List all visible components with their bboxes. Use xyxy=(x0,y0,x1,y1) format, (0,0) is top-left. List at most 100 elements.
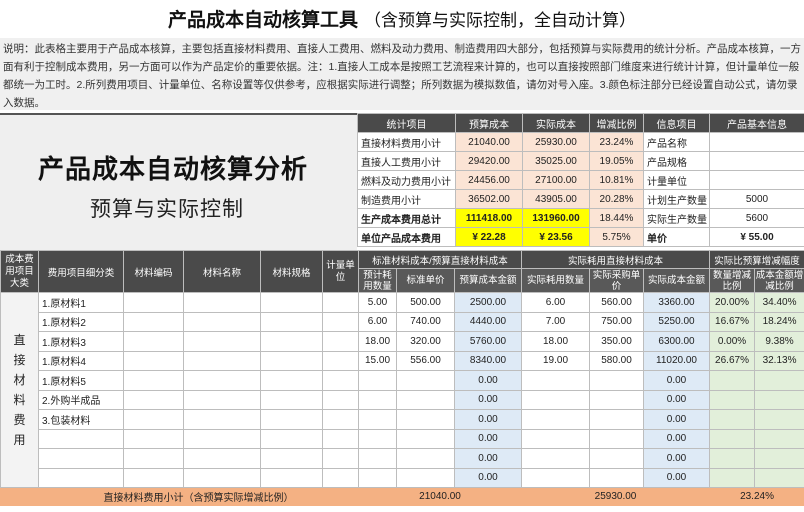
unit-cell[interactable] xyxy=(322,448,359,469)
budget-cost-cell[interactable]: 0.00 xyxy=(454,370,522,391)
actual-cost-cell[interactable]: 0.00 xyxy=(642,448,711,469)
info-label[interactable]: 产品规格 xyxy=(643,151,710,171)
material-spec-cell[interactable] xyxy=(260,350,323,371)
material-name-cell[interactable] xyxy=(183,467,261,488)
qty-change-cell[interactable] xyxy=(709,370,756,391)
material-spec-cell[interactable] xyxy=(260,370,323,391)
unit-cell[interactable] xyxy=(322,311,359,332)
unit-cell[interactable] xyxy=(322,370,359,391)
summary-ratio[interactable]: 19.05% xyxy=(589,151,644,171)
actual-price-cell[interactable] xyxy=(589,428,644,449)
item-name-cell[interactable] xyxy=(38,467,124,488)
budget-qty-cell[interactable] xyxy=(358,428,397,449)
actual-qty-cell[interactable] xyxy=(521,370,590,391)
std-price-cell[interactable]: 320.00 xyxy=(396,331,455,352)
actual-qty-cell[interactable] xyxy=(521,428,590,449)
qty-change-cell[interactable] xyxy=(709,389,756,410)
material-name-cell[interactable] xyxy=(183,370,261,391)
material-name-cell[interactable] xyxy=(183,409,261,430)
info-value[interactable]: 5000 xyxy=(709,189,804,209)
summary-ratio[interactable]: 10.81% xyxy=(589,170,644,190)
budget-qty-cell[interactable]: 15.00 xyxy=(358,350,397,371)
actual-price-cell[interactable]: 580.00 xyxy=(589,350,644,371)
cost-change-cell[interactable]: 18.24% xyxy=(754,311,804,332)
material-code-cell[interactable] xyxy=(123,389,184,410)
summary-item[interactable]: 燃料及动力费用小计 xyxy=(357,170,456,190)
actual-qty-cell[interactable] xyxy=(521,389,590,410)
actual-price-cell[interactable]: 750.00 xyxy=(589,311,644,332)
qty-change-cell[interactable] xyxy=(709,428,756,449)
cost-change-cell[interactable]: 9.38% xyxy=(754,331,804,352)
summary-item[interactable]: 直接人工费用小计 xyxy=(357,151,456,171)
info-label[interactable]: 单价 xyxy=(643,227,710,247)
unit-cell[interactable] xyxy=(322,331,359,352)
summary-actual[interactable]: 43905.00 xyxy=(522,189,590,209)
item-name-cell[interactable]: 1.原材料2 xyxy=(38,311,124,332)
unit-cell[interactable] xyxy=(322,389,359,410)
material-name-cell[interactable] xyxy=(183,389,261,410)
actual-cost-cell[interactable]: 5250.00 xyxy=(642,311,711,332)
cost-change-cell[interactable] xyxy=(754,428,804,449)
cost-change-cell[interactable] xyxy=(754,370,804,391)
summary-budget[interactable]: 29420.00 xyxy=(455,151,523,171)
summary-budget[interactable]: 24456.00 xyxy=(455,170,523,190)
info-label[interactable]: 产品名称 xyxy=(643,132,710,152)
info-label[interactable]: 计量单位 xyxy=(643,170,710,190)
item-name-cell[interactable]: 1.原材料5 xyxy=(38,370,124,391)
material-spec-cell[interactable] xyxy=(260,467,323,488)
qty-change-cell[interactable]: 20.00% xyxy=(709,292,756,313)
actual-cost-cell[interactable]: 0.00 xyxy=(642,389,711,410)
material-spec-cell[interactable] xyxy=(260,448,323,469)
actual-qty-cell[interactable] xyxy=(521,448,590,469)
item-name-cell[interactable] xyxy=(38,448,124,469)
material-spec-cell[interactable] xyxy=(260,409,323,430)
actual-cost-cell[interactable]: 0.00 xyxy=(642,409,711,430)
std-price-cell[interactable]: 500.00 xyxy=(396,292,455,313)
info-label[interactable]: 实际生产数量 xyxy=(643,208,710,228)
actual-qty-cell[interactable] xyxy=(521,409,590,430)
cost-change-cell[interactable]: 34.40% xyxy=(754,292,804,313)
std-price-cell[interactable]: 740.00 xyxy=(396,311,455,332)
material-code-cell[interactable] xyxy=(123,331,184,352)
summary-item[interactable]: 单位产品成本费用 xyxy=(357,227,456,247)
qty-change-cell[interactable] xyxy=(709,409,756,430)
info-value[interactable]: ¥ 55.00 xyxy=(709,227,804,247)
actual-cost-cell[interactable]: 0.00 xyxy=(642,370,711,391)
item-name-cell[interactable]: 2.外购半成品 xyxy=(38,389,124,410)
budget-cost-cell[interactable]: 4440.00 xyxy=(454,311,522,332)
budget-qty-cell[interactable] xyxy=(358,409,397,430)
summary-actual[interactable]: 27100.00 xyxy=(522,170,590,190)
actual-price-cell[interactable]: 350.00 xyxy=(589,331,644,352)
cost-change-cell[interactable]: 32.13% xyxy=(754,350,804,371)
summary-item[interactable]: 直接材料费用小计 xyxy=(357,132,456,152)
actual-cost-cell[interactable]: 11020.00 xyxy=(642,350,711,371)
qty-change-cell[interactable]: 26.67% xyxy=(709,350,756,371)
actual-price-cell[interactable] xyxy=(589,389,644,410)
std-price-cell[interactable] xyxy=(396,448,455,469)
material-name-cell[interactable] xyxy=(183,311,261,332)
unit-cell[interactable] xyxy=(322,350,359,371)
std-price-cell[interactable] xyxy=(396,428,455,449)
material-name-cell[interactable] xyxy=(183,428,261,449)
material-code-cell[interactable] xyxy=(123,467,184,488)
info-value[interactable] xyxy=(709,151,804,171)
material-spec-cell[interactable] xyxy=(260,311,323,332)
actual-price-cell[interactable]: 560.00 xyxy=(589,292,644,313)
budget-cost-cell[interactable]: 0.00 xyxy=(454,389,522,410)
cost-change-cell[interactable] xyxy=(754,389,804,410)
std-price-cell[interactable]: 556.00 xyxy=(396,350,455,371)
material-spec-cell[interactable] xyxy=(260,428,323,449)
budget-cost-cell[interactable]: 5760.00 xyxy=(454,331,522,352)
qty-change-cell[interactable] xyxy=(709,467,756,488)
material-code-cell[interactable] xyxy=(123,292,184,313)
budget-cost-cell[interactable]: 0.00 xyxy=(454,428,522,449)
summary-actual[interactable]: ¥ 23.56 xyxy=(522,227,590,247)
info-value[interactable]: 5600 xyxy=(709,208,804,228)
material-code-cell[interactable] xyxy=(123,428,184,449)
unit-cell[interactable] xyxy=(322,409,359,430)
qty-change-cell[interactable] xyxy=(709,448,756,469)
actual-qty-cell[interactable]: 18.00 xyxy=(521,331,590,352)
budget-qty-cell[interactable] xyxy=(358,467,397,488)
std-price-cell[interactable] xyxy=(396,389,455,410)
budget-cost-cell[interactable]: 0.00 xyxy=(454,467,522,488)
